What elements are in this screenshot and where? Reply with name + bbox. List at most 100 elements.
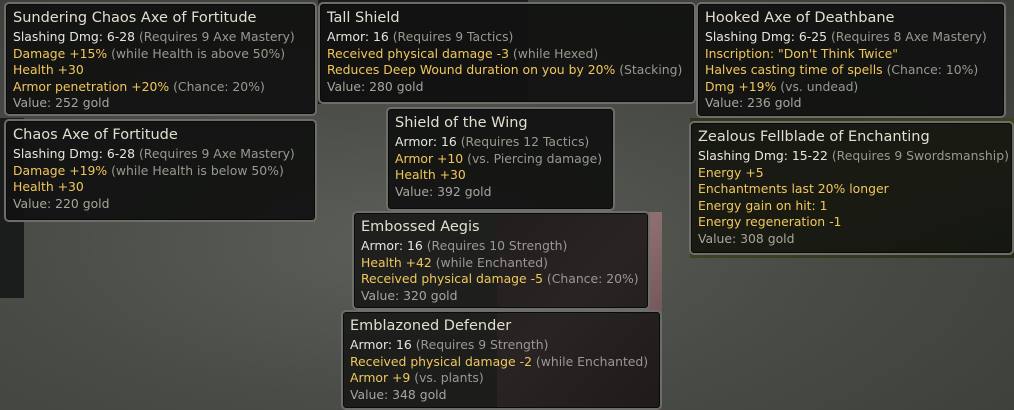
stat-text: Armor: 16	[395, 134, 461, 149]
item-stat-line: Armor: 16 (Requires 10 Strength)	[361, 238, 642, 255]
item-stat-line: Armor: 16 (Requires 9 Tactics)	[327, 29, 688, 46]
item-stat-line: Armor: 16 (Requires 12 Tactics)	[395, 134, 607, 151]
item-value: Value: 236 gold	[705, 95, 802, 111]
stat-condition: (Requires 9 Axe Mastery)	[138, 29, 295, 44]
item-stat-line: Health +30	[395, 167, 607, 184]
item-tooltip-hooked-axe-of-deathbane: Hooked Axe of Deathbane Slashing Dmg: 6-2…	[696, 2, 1006, 118]
stat-condition: (while Health is above 50%)	[111, 45, 286, 61]
item-stat-line: Received physical damage -3 (while Hexed…	[327, 46, 688, 63]
item-stat-line: Damage +19% (while Health is below 50%)	[13, 163, 309, 180]
item-name: Shield of the Wing	[395, 115, 528, 131]
stat-text: Received physical damage -5	[361, 271, 547, 287]
item-name: Tall Shield	[327, 10, 400, 26]
stat-text: Health +42	[361, 254, 436, 270]
stat-condition: (vs. plants)	[414, 370, 484, 386]
item-stat-line: Enchantments last 20% longer	[698, 181, 1006, 198]
item-tooltip-zealous-fellblade: Zealous Fellblade of Enchanting Slashing …	[689, 121, 1014, 255]
item-name: Embossed Aegis	[361, 219, 480, 235]
item-value: Value: 320 gold	[361, 287, 458, 303]
item-name: Zealous Fellblade of Enchanting	[698, 129, 930, 145]
stat-text: Slashing Dmg: 6-28	[13, 29, 139, 44]
item-stat-line: Dmg +19% (vs. undead)	[705, 79, 998, 96]
stat-text: Armor: 16	[327, 29, 393, 44]
item-stat-line: Slashing Dmg: 15-22 (Requires 9 Swordsma…	[698, 148, 1009, 165]
stat-condition: (Requires 9 Swordsmanship)	[831, 148, 1009, 163]
item-stat-line: Armor penetration +20% (Chance: 20%)	[13, 79, 309, 96]
stat-text: Energy gain on hit: 1	[698, 197, 828, 213]
item-value: Value: 308 gold	[698, 230, 795, 246]
stat-text: Armor +9	[350, 370, 415, 386]
item-stat-line: Armor +10 (vs. Piercing damage)	[395, 151, 607, 168]
stat-text: Health +30	[13, 62, 84, 78]
item-tooltip-sundering-chaos-axe: Sundering Chaos Axe of Fortitude Slashing…	[4, 2, 317, 116]
stat-condition: (Requires 8 Axe Mastery)	[830, 29, 987, 44]
item-stat-line: Health +42 (while Enchanted)	[361, 255, 642, 272]
stat-text: Energy +5	[698, 164, 764, 180]
stat-text: Health +30	[13, 179, 84, 195]
stat-condition: (while Health is below 50%)	[111, 162, 284, 178]
stat-text: Damage +15%	[13, 45, 112, 61]
item-tooltip-chaos-axe: Chaos Axe of Fortitude Slashing Dmg: 6-28…	[4, 119, 317, 222]
stat-text: Received physical damage -3	[327, 45, 513, 61]
item-stat-line: Slashing Dmg: 6-28 (Requires 9 Axe Maste…	[13, 29, 309, 46]
stat-text: Armor penetration +20%	[13, 78, 174, 94]
item-value: Value: 252 gold	[13, 95, 110, 111]
stat-condition: (Requires 9 Axe Mastery)	[138, 146, 295, 161]
item-tooltip-tall-shield: Tall Shield Armor: 16 (Requires 9 Tactics…	[318, 2, 696, 104]
stat-text: Halves casting time of spells	[705, 62, 887, 78]
stat-text: Health +30	[395, 167, 466, 183]
stat-condition: (Stacking)	[619, 62, 683, 78]
stat-text: Armor: 16	[350, 337, 416, 352]
item-tooltip-emblazoned-defender: Emblazoned Defender Armor: 16 (Requires 9…	[341, 310, 662, 410]
stat-text: Inscription: "Don't Think Twice"	[705, 45, 898, 61]
stat-condition: (Requires 10 Strength)	[426, 238, 568, 253]
item-name: Emblazoned Defender	[350, 318, 512, 334]
item-stat-line: Received physical damage -5 (Chance: 20%…	[361, 271, 642, 288]
item-stat-line: Health +30	[13, 179, 309, 196]
item-stat-line: Received physical damage -2 (while Encha…	[350, 354, 654, 371]
item-stat-line: Halves casting time of spells (Chance: 1…	[705, 62, 998, 79]
item-stat-line: Damage +15% (while Health is above 50%)	[13, 46, 309, 63]
stat-condition: (vs. Piercing damage)	[467, 150, 603, 166]
item-stat-line: Inscription: "Don't Think Twice"	[705, 46, 998, 63]
stat-condition: (Chance: 10%)	[886, 62, 979, 78]
stat-text: Slashing Dmg: 6-25	[705, 29, 831, 44]
item-stat-line: Reduces Deep Wound duration on you by 20…	[327, 62, 688, 79]
stat-text: Reduces Deep Wound duration on you by 20…	[327, 62, 620, 78]
stat-condition: (Chance: 20%)	[173, 78, 265, 94]
item-stat-line: Energy gain on hit: 1	[698, 198, 1006, 215]
item-stat-line: Energy +5	[698, 165, 1006, 182]
item-stat-line: Energy regeneration -1	[698, 214, 1006, 231]
item-value: Value: 348 gold	[350, 386, 447, 402]
item-tooltip-shield-of-the-wing: Shield of the Wing Armor: 16 (Requires 12…	[386, 107, 615, 211]
stat-text: Enchantments last 20% longer	[698, 181, 889, 197]
stat-text: Armor: 16	[361, 238, 427, 253]
item-name: Sundering Chaos Axe of Fortitude	[13, 10, 257, 26]
item-tooltip-embossed-aegis: Embossed Aegis Armor: 16 (Requires 10 Str…	[352, 211, 650, 310]
stat-condition: (vs. undead)	[780, 78, 859, 94]
stat-condition: (Requires 9 Tactics)	[392, 29, 514, 44]
stat-text: Energy regeneration -1	[698, 214, 842, 230]
stat-condition: (while Enchanted)	[535, 353, 649, 369]
item-value: Value: 392 gold	[395, 183, 492, 199]
stat-condition: (Chance: 20%)	[546, 271, 639, 287]
item-stat-line: Armor: 16 (Requires 9 Strength)	[350, 337, 654, 354]
item-stat-line: Slashing Dmg: 6-25 (Requires 8 Axe Maste…	[705, 29, 998, 46]
item-stat-line: Armor +9 (vs. plants)	[350, 370, 654, 387]
stat-condition: (Requires 12 Tactics)	[460, 134, 590, 149]
item-stat-line: Health +30	[13, 62, 309, 79]
stat-text: Received physical damage -2	[350, 353, 536, 369]
stat-text: Slashing Dmg: 15-22	[698, 148, 832, 163]
item-value: Value: 280 gold	[327, 78, 424, 94]
stat-text: Dmg +19%	[705, 78, 781, 94]
item-name: Chaos Axe of Fortitude	[13, 127, 178, 143]
stat-text: Damage +19%	[13, 162, 112, 178]
item-value: Value: 220 gold	[13, 195, 110, 211]
stat-text: Slashing Dmg: 6-28	[13, 146, 139, 161]
stat-condition: (while Hexed)	[512, 45, 599, 61]
stat-condition: (while Enchanted)	[435, 254, 548, 270]
stat-text: Armor +10	[395, 150, 468, 166]
stat-condition: (Requires 9 Strength)	[415, 337, 549, 352]
item-name: Hooked Axe of Deathbane	[705, 10, 895, 26]
item-stat-line: Slashing Dmg: 6-28 (Requires 9 Axe Maste…	[13, 146, 309, 163]
